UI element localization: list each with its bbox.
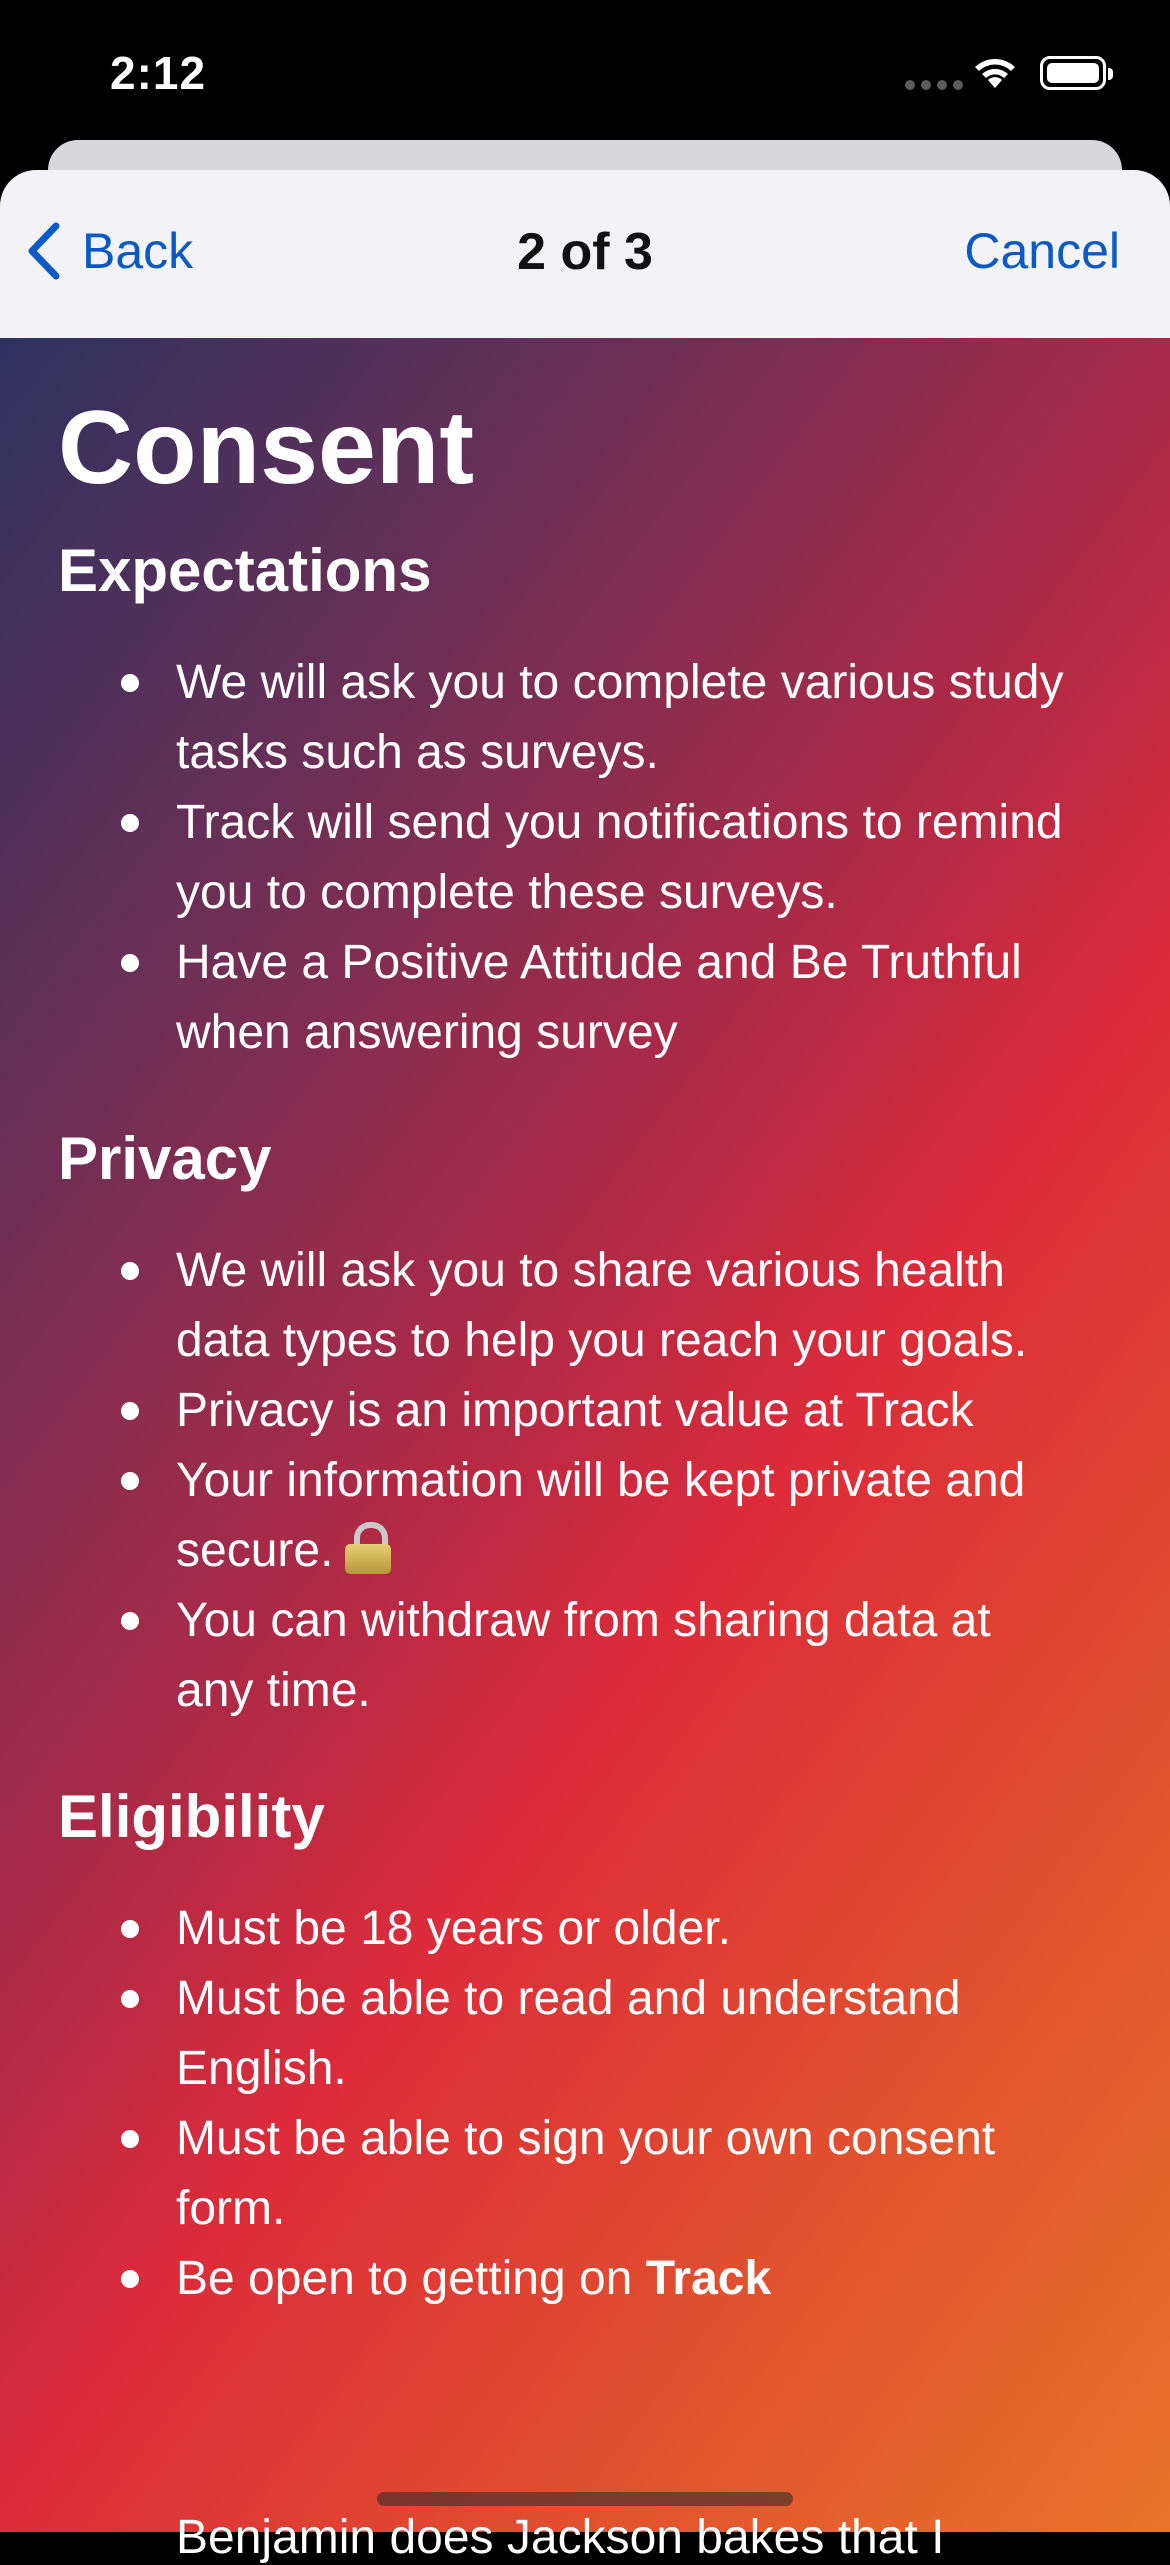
bullet-icon bbox=[121, 1612, 139, 1630]
list-item: You can withdraw from sharing data at any… bbox=[58, 1586, 1118, 1726]
list-item: Must be 18 years or older. bbox=[58, 1894, 1118, 1964]
privacy-list: We will ask you to share various health d… bbox=[58, 1236, 1118, 1726]
list-item: Your information will be kept private an… bbox=[58, 1446, 1118, 1586]
status-bar: 2:12 bbox=[0, 0, 1170, 140]
bullet-icon bbox=[121, 814, 139, 832]
bullet-icon bbox=[121, 1262, 139, 1280]
section-title-eligibility: Eligibility bbox=[58, 1783, 325, 1850]
home-indicator[interactable] bbox=[377, 2492, 793, 2506]
section-title-expectations: Expectations bbox=[58, 537, 432, 604]
bullet-icon bbox=[121, 1472, 139, 1490]
status-time: 2:12 bbox=[110, 47, 207, 99]
list-item: We will ask you to share various health d… bbox=[58, 1236, 1118, 1376]
page-title: Consent bbox=[58, 390, 474, 506]
cellular-signal-icon bbox=[905, 80, 963, 90]
lock-icon bbox=[345, 1522, 392, 1574]
list-item: Track will send you notifications to rem… bbox=[58, 788, 1118, 928]
bullet-icon bbox=[121, 1990, 139, 2008]
expectations-list: We will ask you to complete various stud… bbox=[58, 648, 1118, 1068]
bullet-icon bbox=[121, 954, 139, 972]
section-title-privacy: Privacy bbox=[58, 1125, 272, 1192]
consent-content[interactable]: Consent Expectations We will ask you to … bbox=[0, 338, 1170, 2532]
bullet-icon bbox=[121, 674, 139, 692]
list-item: Be open to getting on Track bbox=[58, 2244, 1118, 2314]
battery-icon bbox=[1040, 56, 1113, 90]
cut-off-text: Benjamin does Jackson bakes that I bbox=[176, 2511, 945, 2564]
bullet-icon bbox=[121, 2130, 139, 2148]
cancel-button[interactable]: Cancel bbox=[964, 222, 1120, 280]
navigation-bar: Back 2 of 3 Cancel bbox=[0, 170, 1170, 338]
list-item: Privacy is an important value at Track bbox=[58, 1376, 1118, 1446]
list-item: Must be able to sign your own consent for… bbox=[58, 2104, 1118, 2244]
app-name: Track bbox=[645, 2252, 772, 2305]
wifi-icon bbox=[970, 50, 1020, 95]
bullet-icon bbox=[121, 1920, 139, 1938]
list-item: We will ask you to complete various stud… bbox=[58, 648, 1118, 788]
consent-sheet: Back 2 of 3 Cancel Consent Expectations … bbox=[0, 170, 1170, 2532]
bullet-icon bbox=[121, 2270, 139, 2288]
list-item: Have a Positive Attitude and Be Truthful… bbox=[58, 928, 1118, 1068]
bullet-icon bbox=[121, 1402, 139, 1420]
eligibility-list: Must be 18 years or older. Must be able … bbox=[58, 1894, 1118, 2314]
list-item: Must be able to read and understand Engli… bbox=[58, 1964, 1118, 2104]
